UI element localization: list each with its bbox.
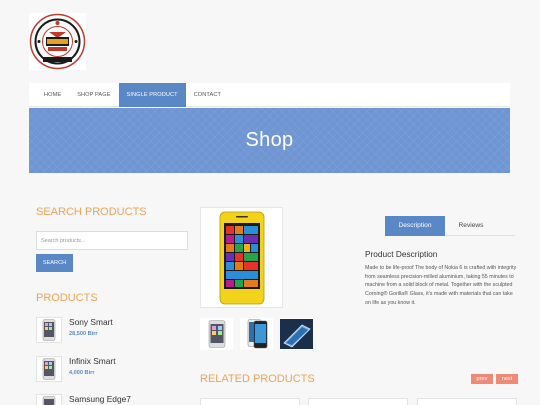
page-banner: Shop [29, 108, 510, 173]
prev-button[interactable]: prev [471, 374, 493, 384]
next-button[interactable]: next [496, 374, 518, 384]
nav-shop-page[interactable]: SHOP PAGE [69, 83, 118, 107]
phone-icon [247, 319, 267, 349]
page-title: Shop [245, 129, 294, 151]
related-products-heading: RELATED PRODUCTS [200, 373, 315, 385]
product-thumbnail[interactable] [36, 317, 62, 343]
product-tabs: Description Reviews [385, 216, 515, 236]
product-thumbnail[interactable] [36, 356, 62, 382]
product-name[interactable]: Sony Smart [69, 317, 113, 327]
tablet-icon [280, 319, 313, 349]
search-input[interactable] [36, 231, 188, 250]
product-thumbnail[interactable] [240, 318, 273, 350]
product-thumbnail[interactable] [36, 394, 62, 405]
phone-image-icon [219, 211, 264, 304]
product-thumbnail[interactable] [200, 318, 233, 350]
site-logo[interactable] [29, 13, 86, 70]
phone-icon [42, 396, 56, 405]
page: HOME SHOP PAGE SINGLE PRODUCT CONTACT Sh… [0, 0, 540, 405]
list-item[interactable]: Infinix Smart 4,000 Birr [36, 356, 186, 386]
list-item[interactable]: Samsung Edge7 [36, 394, 186, 405]
main-nav: HOME SHOP PAGE SINGLE PRODUCT CONTACT [29, 83, 510, 107]
related-product-card[interactable] [417, 398, 517, 405]
tab-reviews[interactable]: Reviews [445, 216, 497, 236]
phone-icon [42, 358, 56, 380]
description-title: Product Description [365, 249, 438, 259]
nav-home[interactable]: HOME [29, 83, 69, 107]
phone-icon [42, 319, 56, 341]
product-price: 28,500 Birr [69, 331, 98, 337]
related-product-card[interactable] [308, 398, 408, 405]
product-main-image[interactable] [200, 207, 283, 308]
product-price: 4,000 Birr [69, 370, 95, 376]
list-item[interactable]: Sony Smart 28,500 Birr [36, 317, 186, 347]
product-name[interactable]: Samsung Edge7 [69, 394, 131, 404]
nav-single-product[interactable]: SINGLE PRODUCT [118, 83, 186, 107]
product-thumbnail[interactable] [280, 318, 313, 350]
products-heading: PRODUCTS [36, 292, 98, 304]
tab-description[interactable]: Description [385, 216, 445, 236]
search-button[interactable]: SEARCH [36, 254, 73, 272]
description-text: Made to be life-proof The body of Nokia … [365, 265, 517, 306]
search-heading: SEARCH PRODUCTS [36, 206, 147, 218]
store-seal-logo-icon [29, 13, 86, 70]
related-product-card[interactable] [200, 398, 300, 405]
phone-icon [208, 320, 225, 348]
nav-contact[interactable]: CONTACT [186, 83, 229, 107]
product-name[interactable]: Infinix Smart [69, 356, 116, 366]
